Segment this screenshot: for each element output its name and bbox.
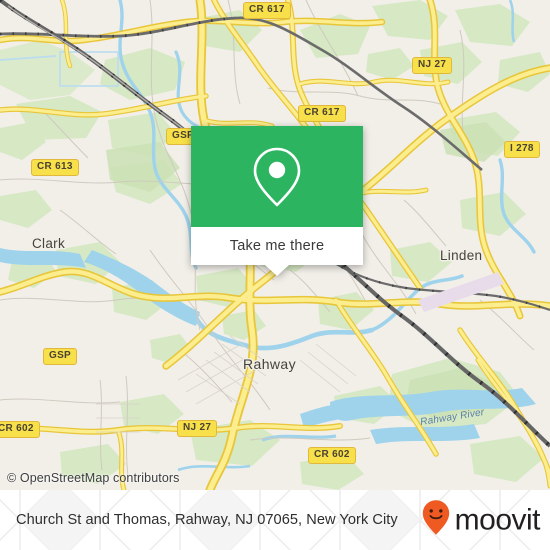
shield-nj-27-north: NJ 27 (412, 57, 453, 74)
moovit-pin-icon (422, 500, 450, 541)
shield-cr-617-north: CR 617 (243, 2, 291, 19)
shield-nj-27-south: NJ 27 (177, 420, 218, 437)
popup-pointer (265, 265, 289, 276)
osm-attribution[interactable]: © OpenStreetMap contributors (7, 471, 180, 485)
moovit-logo[interactable]: moovit (422, 500, 541, 541)
shield-cr-602-south: CR 602 (308, 447, 356, 464)
footer-bar: Church St and Thomas, Rahway, NJ 07065, … (0, 490, 550, 550)
footer-address: Church St and Thomas, Rahway, NJ 07065, … (16, 511, 398, 528)
shield-cr-602-west: CR 602 (0, 421, 40, 438)
shield-cr-613: CR 613 (31, 159, 79, 176)
shield-cr-617-mid: CR 617 (298, 105, 346, 122)
popup-cta-label: Take me there (229, 238, 325, 254)
shield-gsp-south: GSP (43, 348, 78, 365)
moovit-wordmark: moovit (454, 503, 541, 536)
shield-i-278: I 278 (504, 141, 540, 158)
location-popup[interactable]: Take me there (191, 126, 363, 276)
popup-image-panel (191, 126, 363, 227)
location-pin-icon (252, 146, 302, 208)
moovit-map-screenshot: Clark Linden Rahway Rahway River CR 617 … (0, 0, 550, 550)
popup-cta[interactable]: Take me there (191, 227, 363, 276)
